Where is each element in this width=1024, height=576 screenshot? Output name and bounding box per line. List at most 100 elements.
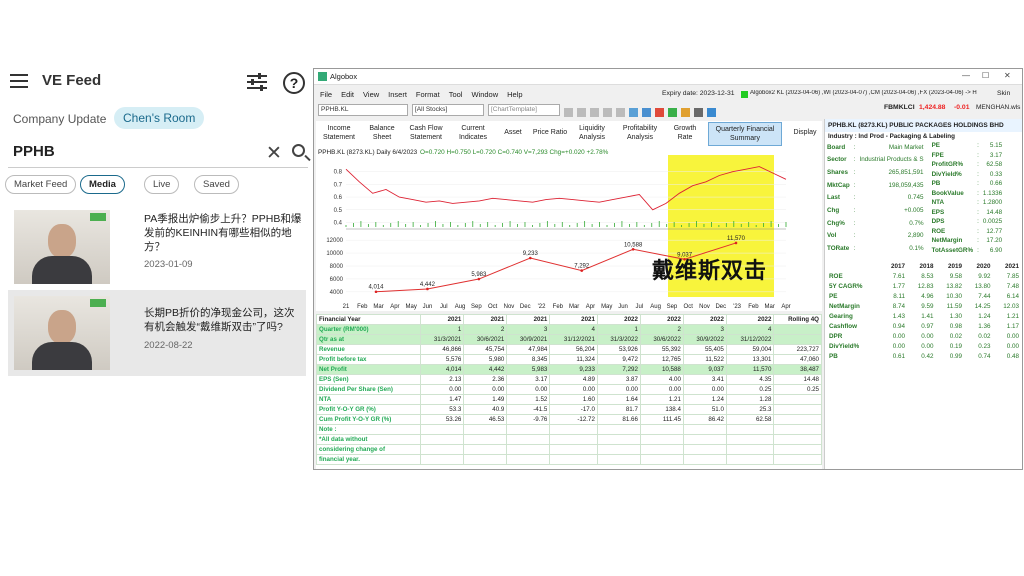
table-cell: 1.49 bbox=[463, 394, 508, 405]
menu-insert[interactable]: Insert bbox=[388, 90, 407, 99]
tab-company-update[interactable]: Company Update bbox=[13, 112, 106, 126]
info-key: Shares bbox=[827, 169, 849, 177]
skin-menu[interactable]: Skin bbox=[997, 90, 1010, 97]
y-tick-label: 0.6 bbox=[334, 195, 343, 201]
menu-format[interactable]: Format bbox=[416, 90, 440, 99]
ratio-value: 1.43 bbox=[892, 312, 905, 320]
menu-help[interactable]: Help bbox=[507, 90, 522, 99]
stocks-select[interactable]: [All Stocks] bbox=[412, 104, 484, 116]
table-row: Profit before tax 5,576 5,980 8,345 11,324 9,… bbox=[316, 354, 822, 365]
sliders-icon[interactable] bbox=[246, 72, 268, 92]
search-icon[interactable] bbox=[292, 144, 305, 157]
tool-icon[interactable] bbox=[655, 108, 664, 117]
table-cell: 4.89 bbox=[549, 374, 598, 385]
tool-icon[interactable] bbox=[694, 108, 703, 117]
tool-icon[interactable] bbox=[564, 108, 573, 117]
list-item[interactable]: PA季报出炉偷步上升？PPHB和爆发前的KEINHIN有哪些相似的地方？ 202… bbox=[8, 202, 306, 288]
tab-current-indicates[interactable]: Current Indicates bbox=[453, 124, 493, 142]
table-cell: 1.28 bbox=[725, 394, 775, 405]
menu-icon[interactable] bbox=[10, 74, 28, 88]
ratio-value: 0.23 bbox=[978, 342, 991, 350]
net-profit-point bbox=[580, 269, 584, 272]
table-cell bbox=[773, 334, 822, 345]
tool-icon[interactable] bbox=[629, 108, 638, 117]
menu-window[interactable]: Window bbox=[471, 90, 498, 99]
tool-icon[interactable] bbox=[590, 108, 599, 117]
ratio-value: 9.58 bbox=[949, 272, 962, 280]
template-select[interactable]: [ChartTemplate] bbox=[488, 104, 560, 116]
tool-icon[interactable] bbox=[603, 108, 612, 117]
ratio-value: 7.85 bbox=[1006, 272, 1019, 280]
ratio-key: DivYield% bbox=[829, 342, 860, 350]
search-input[interactable]: PPHB bbox=[13, 143, 55, 160]
tab-balance-sheet[interactable]: Balance Sheet bbox=[366, 124, 398, 142]
tab-price-ratio[interactable]: Price Ratio bbox=[530, 128, 570, 137]
table-row: considering change of bbox=[316, 444, 822, 455]
info-value: +0.005 bbox=[904, 207, 924, 215]
table-cell: 9,233 bbox=[549, 364, 598, 375]
chip-live[interactable]: Live bbox=[144, 175, 180, 194]
table-row: Revenue 46,866 45,754 47,984 56,204 53,926 55,… bbox=[316, 344, 822, 355]
ratio-value: 0.99 bbox=[949, 352, 962, 360]
ratio-row: Cashflow 0.94 0.97 0.98 1.36 1.17 bbox=[827, 321, 1021, 331]
menu-tool[interactable]: Tool bbox=[449, 90, 463, 99]
tab-quarterly-summary[interactable]: Quarterly Financial Summary bbox=[708, 122, 782, 146]
x-tick-label: Jul bbox=[440, 304, 448, 310]
info-row: Last:0.745 bbox=[825, 192, 926, 205]
clear-icon[interactable]: ✕ bbox=[266, 142, 282, 165]
ratio-value: 0.61 bbox=[892, 352, 905, 360]
tab-asset[interactable]: Asset bbox=[500, 128, 526, 137]
chip-saved[interactable]: Saved bbox=[194, 175, 239, 194]
chip-media[interactable]: Media bbox=[80, 175, 125, 194]
x-tick-label: Feb bbox=[553, 304, 564, 310]
data-label: 10,588 bbox=[624, 242, 643, 248]
table-cell: -9.76 bbox=[506, 414, 551, 425]
price-chart[interactable]: 0.4 0.5 0.6 0.7 0.8 4000 6000 8000 10000 12000 4,0… bbox=[316, 147, 822, 311]
info-row: TORate:0.1% bbox=[825, 242, 926, 255]
minimize-button[interactable]: — bbox=[962, 71, 970, 80]
tool-icon[interactable] bbox=[642, 108, 651, 117]
menu-view[interactable]: View bbox=[363, 90, 379, 99]
y-tick-label: 4000 bbox=[330, 290, 344, 296]
menu-edit[interactable]: Edit bbox=[341, 90, 354, 99]
list-item[interactable]: 长期PB折价的净现金公司，这次有机会触发“戴维斯双击”了吗? 2022-08-2… bbox=[8, 290, 306, 376]
maximize-button[interactable]: ☐ bbox=[982, 71, 989, 80]
tool-icon[interactable] bbox=[577, 108, 586, 117]
ratio-value: 1.41 bbox=[921, 312, 934, 320]
info-key: Board bbox=[827, 143, 846, 151]
table-cell bbox=[773, 424, 822, 435]
table-cell: 2 bbox=[639, 324, 684, 335]
tab-cash-flow[interactable]: Cash Flow Statement bbox=[406, 124, 446, 142]
table-cell: 31/12/2022 bbox=[725, 334, 775, 345]
table-cell: 111.45 bbox=[639, 414, 684, 425]
chip-market-feed[interactable]: Market Feed bbox=[5, 175, 77, 194]
close-button[interactable]: ✕ bbox=[1004, 71, 1011, 80]
info-value: Main Market bbox=[888, 143, 924, 151]
tool-icon[interactable] bbox=[668, 108, 677, 117]
tool-icon[interactable] bbox=[681, 108, 690, 117]
table-cell: 55,392 bbox=[639, 344, 684, 355]
help-icon[interactable]: ? bbox=[283, 72, 305, 94]
tab-liquidity-analysis[interactable]: Liquidity Analysis bbox=[574, 124, 610, 142]
tab-profitability-analysis[interactable]: Profitability Analysis bbox=[616, 124, 664, 142]
table-cell bbox=[463, 444, 508, 455]
table-cell: 1 bbox=[596, 324, 641, 335]
symbol-select[interactable]: PPHB.KL bbox=[318, 104, 408, 116]
menu-file[interactable]: File bbox=[320, 90, 332, 99]
table-cell: 47,984 bbox=[506, 344, 551, 355]
table-cell: 5,980 bbox=[463, 354, 508, 365]
info-key: Chg% bbox=[827, 219, 845, 227]
ratio-row: ROE 7.61 8.53 9.58 9.92 7.85 bbox=[827, 271, 1021, 281]
table-cell: 2022 bbox=[639, 314, 684, 325]
tab-income-statement[interactable]: Income Statement bbox=[319, 124, 359, 142]
table-cell: 1.60 bbox=[549, 394, 598, 405]
tab-growth-rate[interactable]: Growth Rate bbox=[670, 124, 700, 142]
tab-display[interactable]: Display bbox=[790, 128, 820, 137]
tool-icon[interactable] bbox=[707, 108, 716, 117]
table-cell bbox=[682, 444, 727, 455]
tab-chens-room[interactable]: Chen's Room bbox=[114, 107, 205, 129]
table-cell bbox=[639, 424, 684, 435]
table-cell: 2021 bbox=[420, 314, 465, 325]
tool-icon[interactable] bbox=[616, 108, 625, 117]
x-tick-label: May bbox=[406, 304, 417, 310]
